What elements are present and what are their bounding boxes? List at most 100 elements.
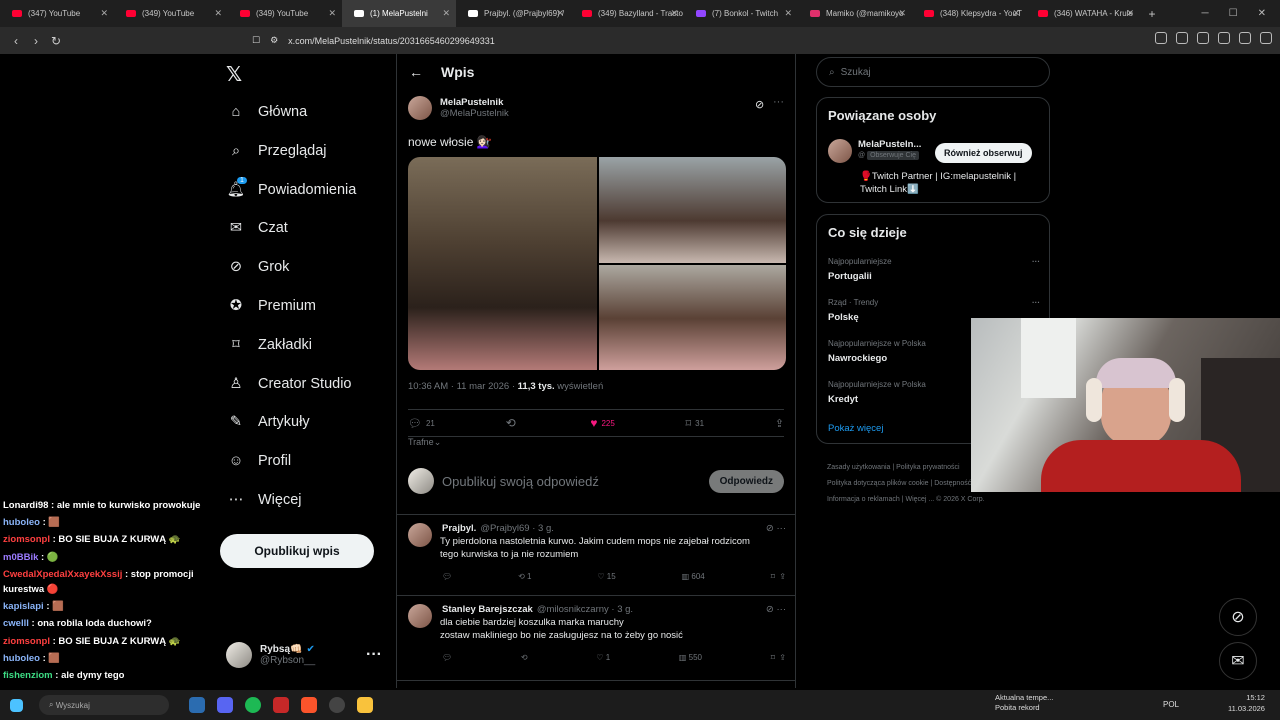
trend-item[interactable]: Najpopularniejsze Portugalii ··· xyxy=(828,257,1040,282)
browser-tab[interactable]: (1) MelaPustelni ✕ xyxy=(342,0,456,27)
show-more-link[interactable]: Pokaż więcej xyxy=(828,423,883,434)
more-icon[interactable]: ⊘ ··· xyxy=(766,523,786,534)
search-input[interactable]: ⌕ Szukaj xyxy=(816,57,1050,87)
bookmark-icon[interactable]: ⌑ ⇪ xyxy=(771,572,786,581)
browser-tab[interactable]: (348) Klepsydra - YouT ✕ xyxy=(912,0,1026,27)
close-icon[interactable]: ✕ xyxy=(898,8,906,19)
views-icon[interactable]: ▥ 604 xyxy=(682,572,705,581)
new-tab-icon[interactable]: + xyxy=(1140,7,1164,21)
close-icon[interactable]: ✕ xyxy=(784,8,792,19)
nav-item-zakładki[interactable]: ⌑ Zakładki xyxy=(228,337,312,353)
avatar[interactable] xyxy=(408,604,432,628)
account-switcher[interactable]: Rybsą👊🏻 ✔ @Rybson__ ··· xyxy=(226,642,396,668)
messages-fab[interactable]: ✉ xyxy=(1219,642,1257,680)
close-icon[interactable]: ✕ xyxy=(1012,8,1020,19)
reply-button[interactable]: Odpowiedz xyxy=(708,470,784,493)
reply-item[interactable]: Prajbyl. @Prajbyl69 · 3 g. ⊘ ··· Ty pierdol… xyxy=(397,514,795,589)
like-action[interactable]: ♥ 225 xyxy=(590,416,614,430)
clock[interactable]: 15:12 11.03.2026 xyxy=(1228,693,1265,714)
repost-action[interactable]: ⟲ xyxy=(506,416,520,430)
windows-start-icon[interactable] xyxy=(10,698,23,712)
reply-author[interactable]: Stanley Barejszczak xyxy=(442,604,533,615)
close-window-icon[interactable]: ✕ xyxy=(1258,8,1266,19)
weather-widget[interactable]: Aktualna tempe... Pobita rekord xyxy=(995,693,1053,713)
nav-item-profil[interactable]: ☺ Profil xyxy=(228,453,291,469)
back-arrow-icon[interactable]: ← xyxy=(409,64,423,80)
more-icon[interactable]: ··· xyxy=(1032,257,1040,266)
post-photo-1[interactable] xyxy=(408,157,597,370)
browser-tab[interactable]: (347) YouTube ✕ xyxy=(0,0,114,27)
grok-fab[interactable]: ⊘ xyxy=(1219,598,1257,636)
bookmark-action[interactable]: ⌑ 31 xyxy=(685,417,704,430)
nav-item-więcej[interactable]: ⋯ Więcej xyxy=(228,492,302,508)
post-time[interactable]: 10:36 AM · 11 mar 2026 · xyxy=(408,381,518,392)
heart-icon[interactable]: ♡ 1 xyxy=(596,653,610,662)
post-button[interactable]: Opublikuj wpis xyxy=(220,534,374,568)
nav-item-premium[interactable]: ✪ Premium xyxy=(228,298,316,314)
download-icon[interactable] xyxy=(1197,32,1209,44)
obs-icon[interactable] xyxy=(329,697,345,713)
close-icon[interactable]: ✕ xyxy=(328,8,336,19)
share-action[interactable]: ⇪ xyxy=(775,417,784,430)
reload-icon[interactable]: ↻ xyxy=(46,34,66,48)
minimize-icon[interactable]: ─ xyxy=(1202,8,1209,19)
browser-tab[interactable]: (346) WATAHA - Krule ✕ xyxy=(1026,0,1140,27)
avatar[interactable] xyxy=(828,139,852,163)
maximize-icon[interactable]: ☐ xyxy=(1229,8,1238,19)
reply-item[interactable]: st1rrd@st1rrd · 1 d.⊘ ··· xyxy=(397,680,795,688)
extension-icon[interactable] xyxy=(1155,32,1167,44)
forward-icon[interactable]: › xyxy=(26,34,46,48)
nav-item-creator-studio[interactable]: ♙ Creator Studio xyxy=(228,376,352,392)
sidebar-icon[interactable] xyxy=(1218,32,1230,44)
menu-icon[interactable] xyxy=(1260,32,1272,44)
browser-tab[interactable]: (349) YouTube ✕ xyxy=(228,0,342,27)
reply-input[interactable]: Opublikuj swoją odpowiedź xyxy=(442,474,599,489)
nav-item-przeglądaj[interactable]: ⌕ Przeglądaj xyxy=(228,143,327,159)
close-icon[interactable]: ✕ xyxy=(214,8,222,19)
browser-tab[interactable]: Mamiko (@mamikoyo ✕ xyxy=(798,0,912,27)
bookmark-icon[interactable]: ⌑ ⇪ xyxy=(771,653,786,662)
brave-icon[interactable] xyxy=(301,697,317,713)
more-icon[interactable]: ··· xyxy=(1032,298,1040,307)
heart-icon[interactable]: ♡ 15 xyxy=(597,572,615,581)
taskbar-search[interactable]: ⌕ Wyszukaj xyxy=(39,695,169,715)
reply-item[interactable]: Stanley Barejszczak @milosnikczarny · 3 g… xyxy=(397,595,795,670)
reply-author[interactable]: Prajbyl. xyxy=(442,523,476,534)
comment-icon[interactable]: 💬︎ xyxy=(442,572,452,581)
repost-icon[interactable]: ⟲ 1 xyxy=(518,572,531,581)
file-explorer-icon[interactable] xyxy=(357,697,373,713)
comment-icon[interactable]: 💬︎ xyxy=(442,653,452,662)
nav-item-czat[interactable]: ✉ Czat xyxy=(228,220,288,236)
close-icon[interactable]: ✕ xyxy=(100,8,108,19)
avatar[interactable] xyxy=(408,523,432,547)
post-author[interactable]: MelaPustelnik @MelaPustelnik xyxy=(408,96,509,120)
discord-icon[interactable] xyxy=(217,697,233,713)
extension-icon[interactable] xyxy=(1176,32,1188,44)
app-icon[interactable] xyxy=(189,697,205,713)
author-name[interactable]: MelaPustelnik xyxy=(440,97,509,108)
post-photo-3[interactable] xyxy=(599,265,786,370)
related-name[interactable]: MelaPusteln... xyxy=(858,139,921,150)
wallet-icon[interactable] xyxy=(1239,32,1251,44)
close-icon[interactable]: ✕ xyxy=(556,8,564,19)
nav-item-artykuły[interactable]: ✎ Artykuły xyxy=(228,414,310,430)
more-icon[interactable]: ⊘ ··· xyxy=(766,604,786,615)
repost-icon[interactable]: ⟲ xyxy=(521,653,528,662)
more-icon[interactable]: ··· xyxy=(773,96,784,108)
avatar[interactable] xyxy=(408,96,432,120)
related-person[interactable]: MelaPusteln... @ Obserwuje Cię xyxy=(828,139,921,163)
views-icon[interactable]: ▥ 550 xyxy=(679,653,702,662)
app-icon[interactable] xyxy=(273,697,289,713)
browser-tab[interactable]: (349) Bazylland - Tracto ✕ xyxy=(570,0,684,27)
back-icon[interactable]: ‹ xyxy=(6,34,26,48)
reply-sort-dropdown[interactable]: Trafne⌄ xyxy=(408,437,441,448)
footer-line[interactable]: Informacja o reklamach | Więcej ... © 20… xyxy=(827,492,1057,508)
nav-item-powiadomienia[interactable]: 🔔︎ 1 Powiadomienia xyxy=(227,176,356,198)
browser-tab[interactable]: (7) Bonkol - Twitch ✕ xyxy=(684,0,798,27)
post-photo-2[interactable] xyxy=(599,157,786,263)
follow-back-button[interactable]: Również obserwuj xyxy=(935,143,1032,163)
close-icon[interactable]: ✕ xyxy=(1126,8,1134,19)
reply-action[interactable]: 💬︎ 21 xyxy=(408,417,435,430)
nav-item-główna[interactable]: ⌂ Główna xyxy=(228,104,308,120)
language-indicator[interactable]: POL xyxy=(1163,700,1179,709)
